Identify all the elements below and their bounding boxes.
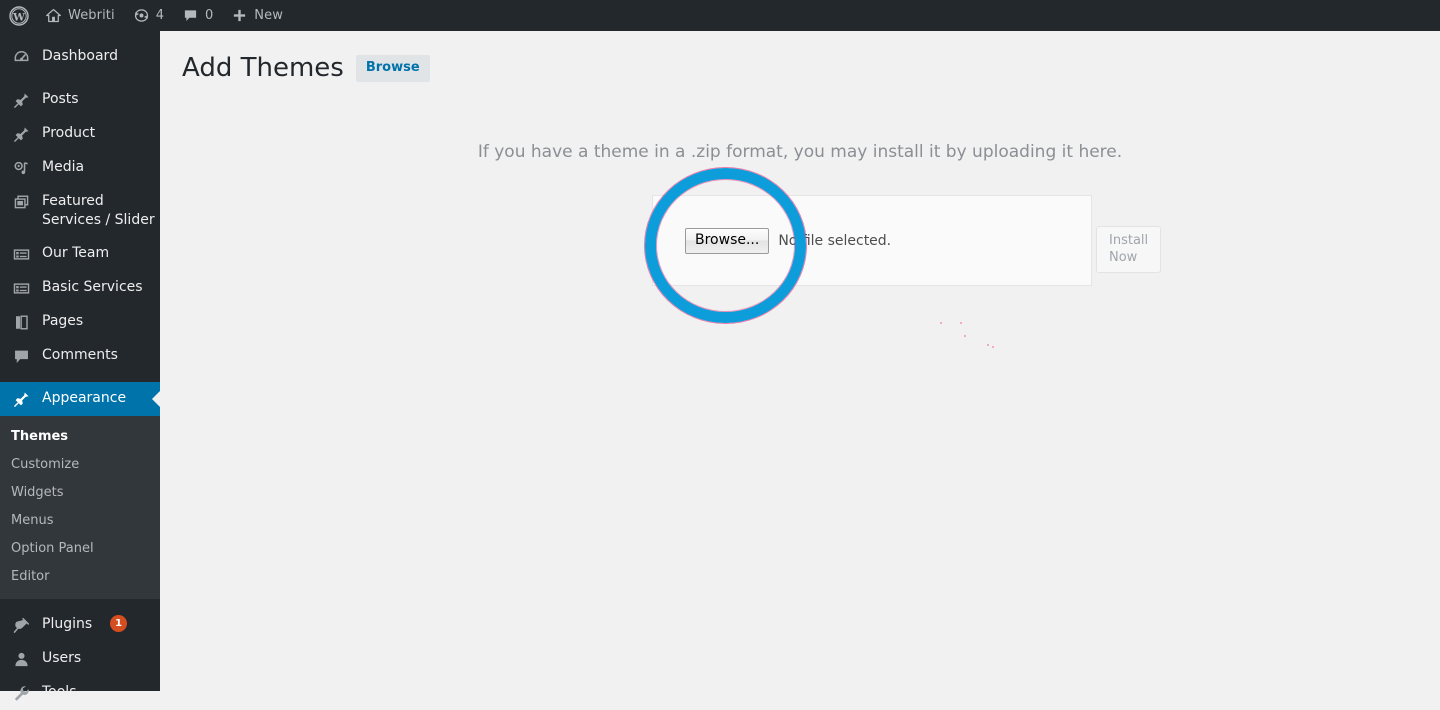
new-content-menu[interactable]: New (222, 0, 292, 31)
sidebar-item-plugins[interactable]: Plugins 1 (0, 608, 160, 642)
form-icon (11, 278, 31, 298)
sidebar-item-basic-services[interactable]: Basic Services (0, 271, 160, 305)
sidebar-label: Plugins (42, 616, 93, 632)
sidebar-item-featured-services-slider[interactable]: Featured Services / Slider (0, 185, 160, 237)
upload-form-panel: Browse... No file selected. Install Now (652, 195, 1162, 286)
sidebar-label: Posts (42, 91, 79, 107)
comment-bubble-icon (182, 7, 199, 24)
submenu-item-option-panel[interactable]: Option Panel (0, 535, 160, 563)
tools-icon (11, 683, 31, 703)
selected-file-status: No file selected. (778, 232, 892, 249)
wordpress-logo-menu[interactable]: W (0, 0, 36, 31)
comment-bubble-icon (11, 346, 31, 366)
current-menu-arrow-icon (152, 391, 160, 407)
render-artifact (940, 322, 942, 324)
submenu-item-themes[interactable]: Themes (0, 423, 160, 451)
updates-icon (133, 7, 150, 24)
pages-stack-icon (11, 192, 31, 212)
new-content-label: New (254, 8, 283, 23)
sidebar-label: Product (42, 125, 96, 141)
page-title: Add Themes (182, 53, 344, 83)
site-name-menu[interactable]: Webriti (36, 0, 124, 31)
sidebar-item-comments[interactable]: Comments (0, 339, 160, 373)
sidebar-label: Basic Services (42, 279, 143, 295)
admin-bar: W Webriti 4 0 New (0, 0, 1440, 31)
plugins-update-badge: 1 (110, 615, 128, 632)
install-now-button[interactable]: Install Now (1096, 226, 1162, 273)
sidebar-item-dashboard[interactable]: Dashboard (0, 40, 160, 74)
wordpress-icon: W (9, 5, 29, 26)
sidebar-item-product[interactable]: Product (0, 117, 160, 151)
browse-tab-button[interactable]: Browse (355, 54, 430, 82)
media-icon (11, 158, 31, 178)
sidebar-label: Pages (42, 313, 84, 329)
sidebar-label: Tools (42, 684, 77, 700)
theme-upload-section: If you have a theme in a .zip format, yo… (160, 140, 1440, 164)
sidebar-item-media[interactable]: Media (0, 151, 160, 185)
appearance-submenu: Themes Customize Widgets Menus Option Pa… (0, 416, 160, 599)
sidebar-item-tools[interactable]: Tools (0, 676, 160, 710)
browse-file-button[interactable]: Browse... (685, 227, 770, 254)
render-artifact (960, 322, 962, 324)
submenu-item-editor[interactable]: Editor (0, 563, 160, 591)
sidebar-label: Media (42, 159, 85, 175)
upload-hint-text: If you have a theme in a .zip format, yo… (477, 142, 1123, 162)
render-artifact (964, 335, 966, 337)
home-icon (45, 7, 62, 24)
comments-count: 0 (205, 8, 214, 23)
brush-icon (11, 389, 31, 409)
sidebar-label: Dashboard (42, 48, 118, 64)
render-artifact (987, 344, 989, 346)
main-content-area: Add Themes Browse If you have a theme in… (160, 31, 1440, 691)
sidebar-item-posts[interactable]: Posts (0, 83, 160, 117)
dashboard-icon (11, 47, 31, 67)
sidebar-label: Comments (42, 347, 118, 363)
form-icon (11, 244, 31, 264)
pin-icon (11, 90, 31, 110)
submenu-item-widgets[interactable]: Widgets (0, 479, 160, 507)
page-header: Add Themes Browse (160, 31, 1440, 85)
updates-count: 4 (155, 8, 164, 23)
user-icon (11, 649, 31, 669)
sidebar-item-users[interactable]: Users (0, 642, 160, 676)
page-icon (11, 312, 31, 332)
sidebar-label: Users (42, 650, 82, 666)
render-artifact (992, 346, 994, 348)
comments-menu[interactable]: 0 (173, 0, 222, 31)
sidebar-item-appearance[interactable]: Appearance (0, 382, 160, 416)
submenu-item-menus[interactable]: Menus (0, 507, 160, 535)
svg-text:W: W (12, 11, 25, 23)
sidebar-label: Appearance (42, 390, 127, 406)
sidebar-label: Featured Services / Slider (42, 193, 155, 228)
submenu-item-customize[interactable]: Customize (0, 451, 160, 479)
plus-icon (231, 7, 248, 24)
updates-menu[interactable]: 4 (124, 0, 173, 31)
sidebar-label: Our Team (42, 245, 110, 261)
theme-install-form: Browse... No file selected. Install Now (653, 226, 1162, 273)
pin-icon (11, 124, 31, 144)
sidebar-item-our-team[interactable]: Our Team (0, 237, 160, 271)
plug-icon (11, 615, 31, 635)
site-name-label: Webriti (68, 8, 115, 23)
sidebar-item-pages[interactable]: Pages (0, 305, 160, 339)
admin-sidebar-menu: Dashboard Posts Product Media Featured S… (0, 31, 160, 701)
